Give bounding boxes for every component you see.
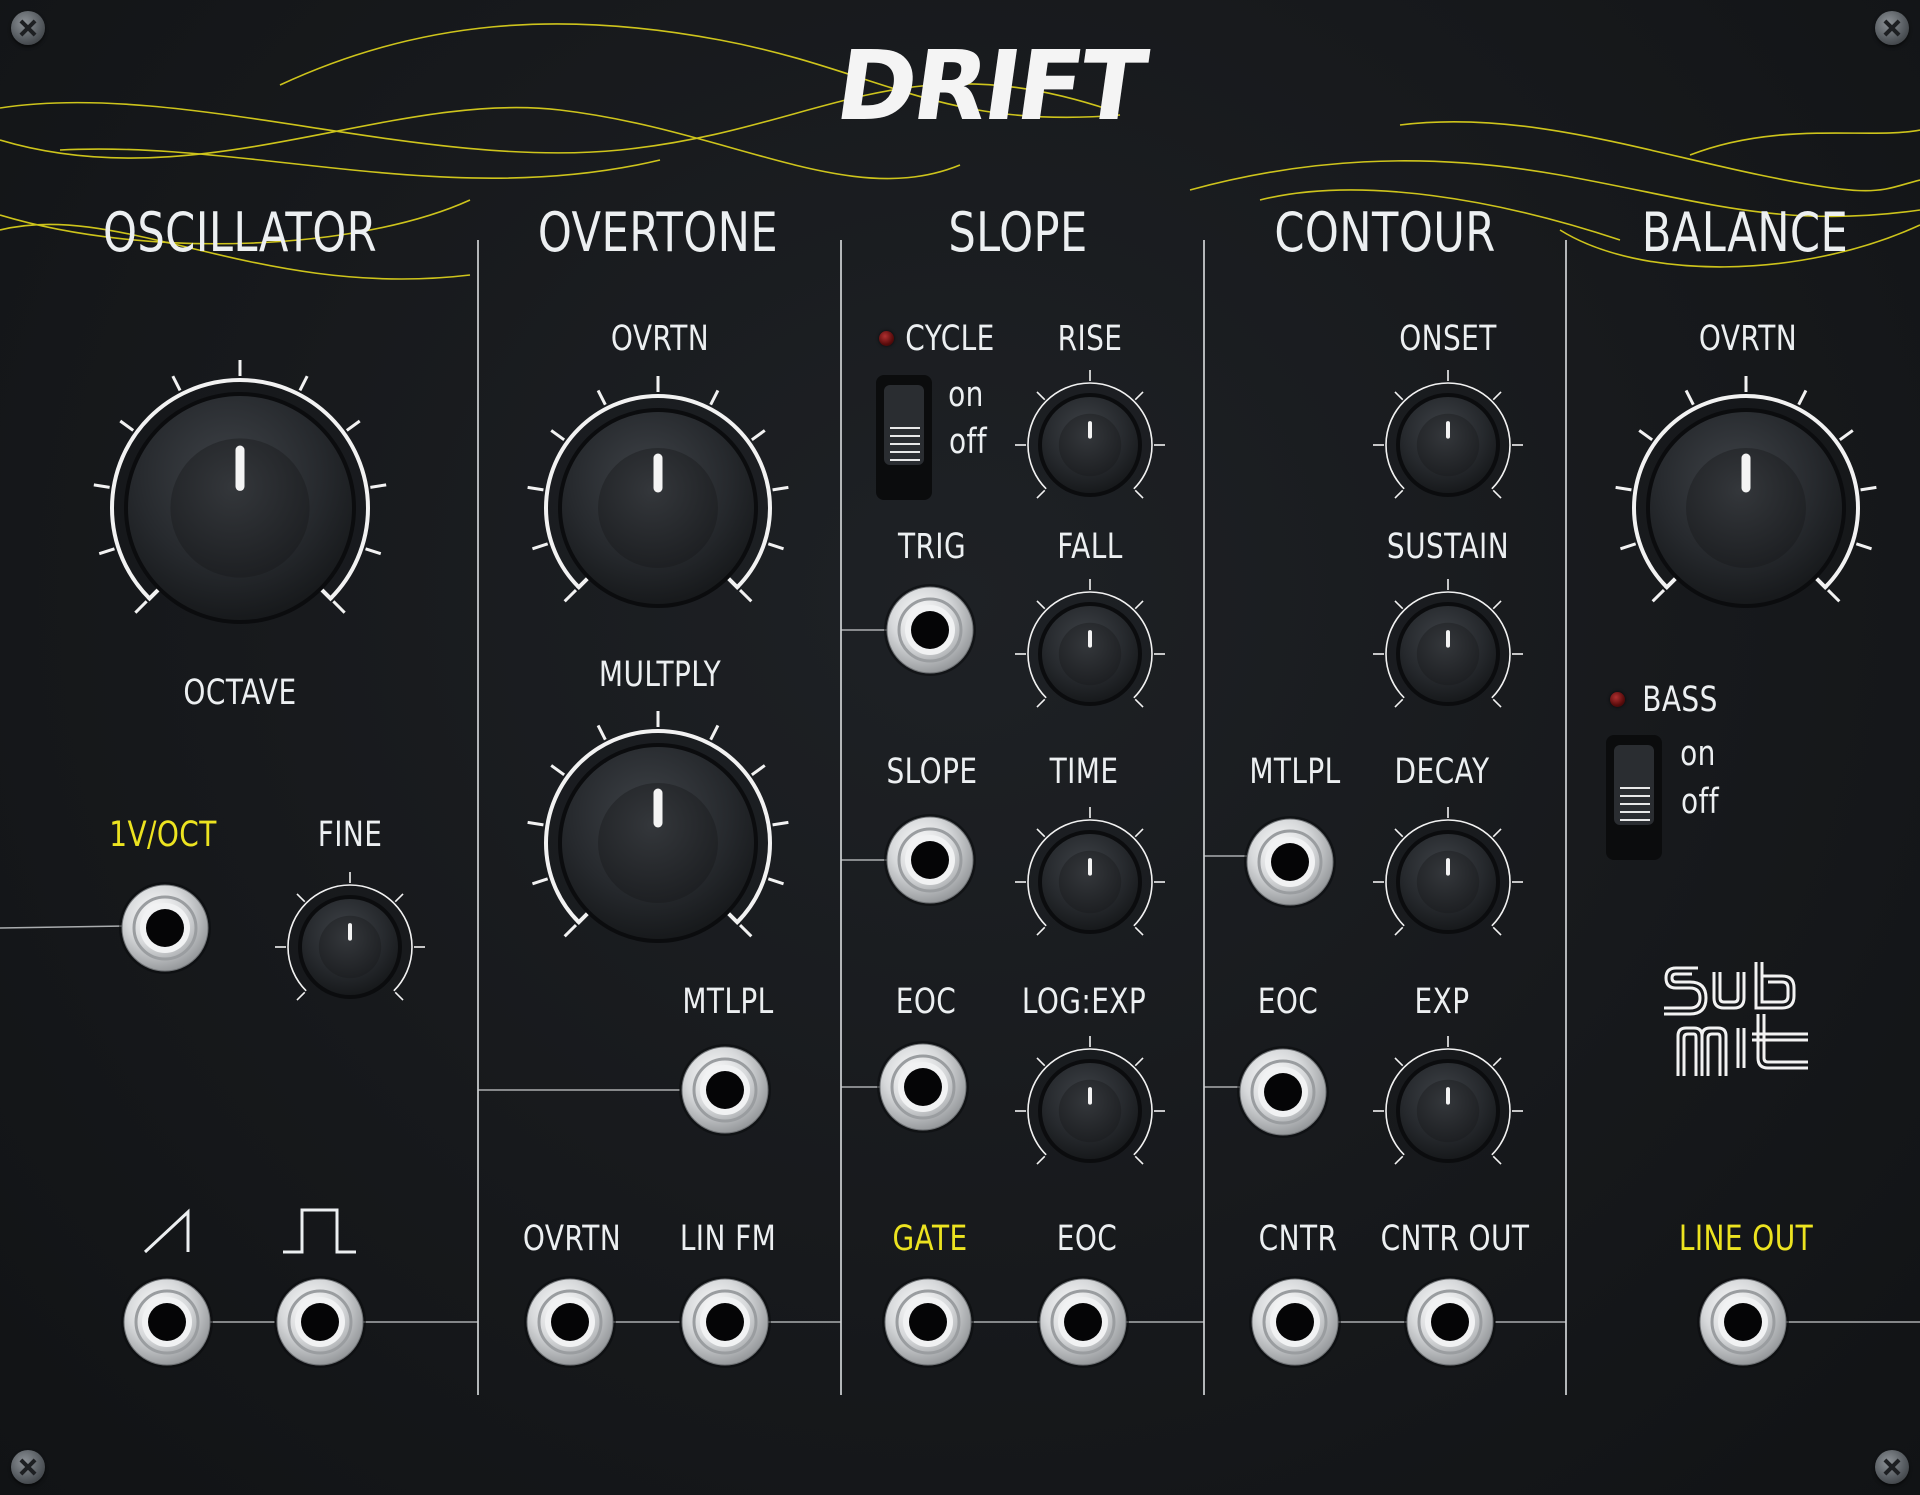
- octave-label: OCTAVE: [183, 673, 297, 713]
- cntr-out-label: CNTR OUT: [1380, 1219, 1530, 1259]
- screw-top-left: [11, 11, 45, 45]
- rise-knob[interactable]: [1015, 370, 1165, 499]
- bass-led: [1610, 692, 1625, 707]
- section-title-overtone: OVERTONE: [537, 201, 779, 264]
- multply-knob-label: MULTPLY: [598, 655, 722, 695]
- exp-knob[interactable]: [1373, 1036, 1523, 1165]
- section-title-slope: SLOPE: [948, 201, 1088, 264]
- ovrtn-jack-label: OVRTN: [522, 1219, 622, 1259]
- section-title-oscillator: OSCILLATOR: [102, 201, 378, 264]
- voct-label: 1V/OCT: [109, 815, 217, 855]
- logexp-knob[interactable]: [1015, 1036, 1165, 1165]
- linfm-jack[interactable]: [679, 1276, 771, 1368]
- octave-knob[interactable]: [93, 360, 387, 624]
- contour-mtlpl-jack[interactable]: [1244, 816, 1336, 908]
- logexp-label: LOG:EXP: [1021, 982, 1147, 1022]
- saw-wave-icon: [143, 1208, 190, 1254]
- cntr-jack[interactable]: [1249, 1276, 1341, 1368]
- time-knob[interactable]: [1015, 807, 1165, 936]
- rise-label: RISE: [1057, 319, 1123, 359]
- fall-label: FALL: [1057, 527, 1123, 567]
- line-out-jack[interactable]: [1697, 1276, 1789, 1368]
- slope-cv-jack[interactable]: [884, 814, 976, 906]
- cycle-switch-on-label: on: [948, 375, 984, 415]
- linfm-jack-label: LIN FM: [679, 1219, 777, 1259]
- screw-bottom-right: [1875, 1450, 1909, 1484]
- time-label: TIME: [1049, 752, 1119, 792]
- bass-switch-off-label: off: [1680, 782, 1720, 822]
- slope-eoc-out-label: EOC: [1056, 1219, 1118, 1259]
- slope-eoc-out-jack[interactable]: [1037, 1276, 1129, 1368]
- cntr-out-jack[interactable]: [1404, 1276, 1496, 1368]
- cycle-switch-off-label: off: [948, 422, 988, 462]
- trig-label: TRIG: [897, 527, 967, 567]
- overtone-mtlpl-jack[interactable]: [679, 1044, 771, 1136]
- decay-label: DECAY: [1394, 752, 1490, 792]
- voct-jack[interactable]: [119, 882, 211, 974]
- gate-label: GATE: [892, 1219, 968, 1259]
- onset-knob[interactable]: [1373, 370, 1523, 499]
- cntr-label: CNTR: [1258, 1219, 1338, 1259]
- slope-eoc-jack[interactable]: [877, 1041, 969, 1133]
- screw-top-right: [1875, 11, 1909, 45]
- contour-eoc-jack[interactable]: [1237, 1046, 1329, 1138]
- slope-jack-label: SLOPE: [886, 752, 978, 792]
- contour-eoc-label: EOC: [1257, 982, 1319, 1022]
- square-out-jack[interactable]: [274, 1276, 366, 1368]
- gate-jack[interactable]: [882, 1276, 974, 1368]
- line-out-label: LINE OUT: [1678, 1219, 1814, 1259]
- fine-knob[interactable]: [275, 872, 425, 1001]
- bass-label: BASS: [1642, 680, 1718, 720]
- fine-label: FINE: [317, 815, 383, 855]
- exp-label: EXP: [1414, 982, 1470, 1022]
- balance-ovrtn-label: OVRTN: [1698, 319, 1798, 359]
- submit-logo: [1664, 962, 1808, 1076]
- onset-label: ONSET: [1399, 319, 1497, 359]
- drift-module-panel: DRIFT OSCILLATOR OVERTONE SLOPE CONTOUR …: [0, 0, 1920, 1495]
- cycle-led: [879, 331, 894, 346]
- section-title-contour: CONTOUR: [1274, 201, 1496, 264]
- trig-jack[interactable]: [884, 584, 976, 676]
- fall-knob[interactable]: [1015, 579, 1165, 708]
- decay-knob[interactable]: [1373, 807, 1523, 936]
- screw-bottom-left: [11, 1450, 45, 1484]
- module-title: DRIFT: [829, 30, 1151, 142]
- ovrtn-knob-label: OVRTN: [610, 319, 710, 359]
- multply-knob[interactable]: [527, 711, 789, 943]
- overtone-mtlpl-label: MTLPL: [682, 982, 774, 1022]
- bass-switch-on-label: on: [1680, 734, 1716, 774]
- cycle-label: CYCLE: [905, 319, 995, 359]
- cycle-toggle-switch[interactable]: [876, 375, 932, 500]
- balance-ovrtn-knob[interactable]: [1615, 376, 1877, 608]
- ovrtn-out-jack[interactable]: [524, 1276, 616, 1368]
- square-wave-icon: [283, 1208, 356, 1254]
- sustain-knob[interactable]: [1373, 579, 1523, 708]
- slope-eoc-label: EOC: [895, 982, 957, 1022]
- ovrtn-knob[interactable]: [527, 376, 789, 608]
- saw-out-jack[interactable]: [121, 1276, 213, 1368]
- bass-toggle-switch[interactable]: [1606, 735, 1662, 860]
- sustain-label: SUSTAIN: [1386, 527, 1510, 567]
- contour-mtlpl-label: MTLPL: [1249, 752, 1341, 792]
- section-title-balance: BALANCE: [1641, 201, 1849, 264]
